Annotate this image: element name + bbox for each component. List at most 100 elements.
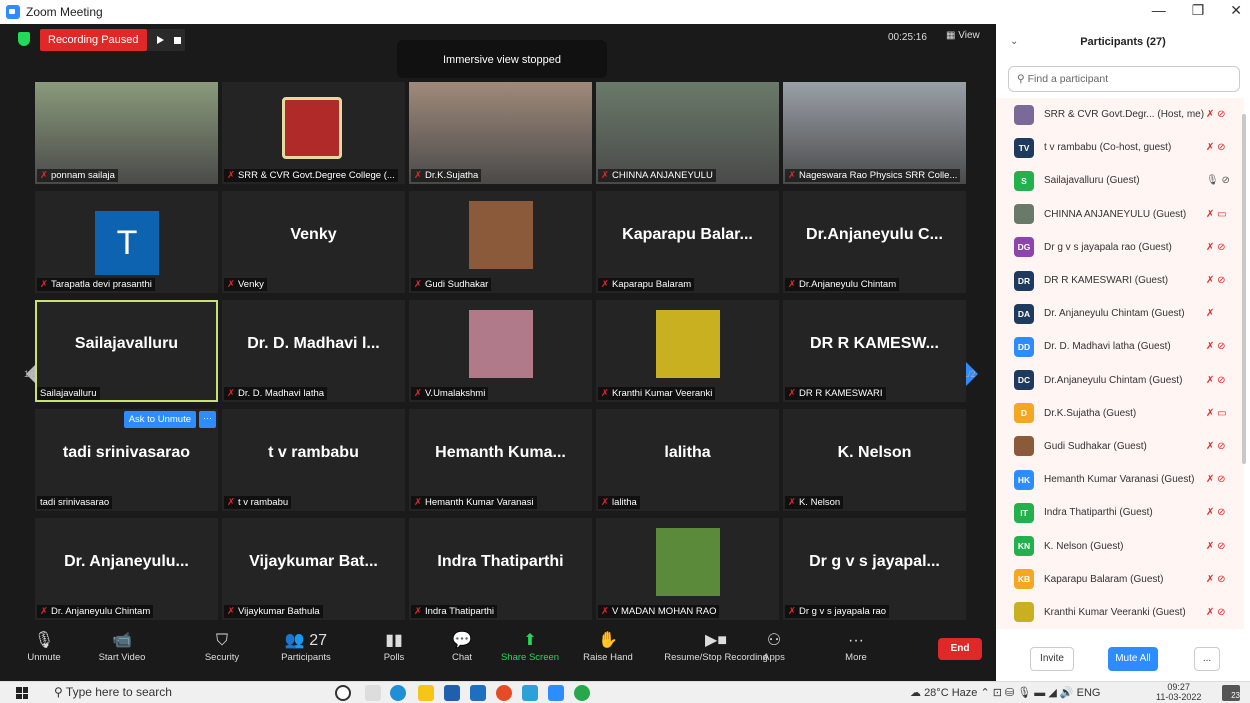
video-tile[interactable]: Indra Thatiparthi ✗ Indra Thatiparthi — [409, 518, 592, 620]
apps-button[interactable]: ⚇ Apps — [744, 630, 804, 663]
close-icon[interactable]: ✕ — [1230, 2, 1242, 19]
notification-icon[interactable]: 23 — [1222, 685, 1240, 701]
store-icon[interactable] — [444, 685, 460, 701]
cortana-icon[interactable] — [335, 685, 351, 701]
windows-start-icon[interactable] — [16, 687, 28, 699]
toolbar-label: Raise Hand — [583, 652, 633, 663]
polls-button[interactable]: ▮▮ Polls — [364, 630, 424, 663]
mic-muted-icon: ✗ — [601, 170, 609, 181]
video-tile[interactable]: Venky ✗ Venky — [222, 191, 405, 293]
participant-row[interactable]: TV t v rambabu (Co-host, guest) ✗ ⊘ — [996, 131, 1244, 165]
video-tile[interactable]: Vijaykumar Bat... ✗ Vijaykumar Bathula — [222, 518, 405, 620]
resume-recording-icon[interactable] — [156, 36, 164, 44]
video-tile[interactable]: ✗ V.Umalakshmi — [409, 300, 592, 402]
participant-status-icons: ✗ ⊘ — [1206, 374, 1226, 386]
recording-indicator: Recording Paused — [40, 29, 185, 51]
video-tile[interactable]: ✗ Dr.K.Sujatha — [409, 82, 592, 184]
video-tile[interactable]: Kaparapu Balar... ✗ Kaparapu Balaram — [596, 191, 779, 293]
participant-name: Dr.Anjaneyulu Chintam (Guest) — [1044, 374, 1183, 386]
participant-row[interactable]: SRR & CVR Govt.Degr... (Host, me) ✗ ⊘ — [996, 98, 1244, 132]
share-screen-button[interactable]: ⬆ Share Screen — [500, 630, 560, 663]
participant-status-icons: 🎙 ⊘ — [1206, 175, 1230, 187]
video-tile[interactable]: Sailajavalluru Sailajavalluru — [35, 300, 218, 402]
taskbar-search[interactable]: ⚲ Type here to search — [54, 685, 172, 699]
video-tile[interactable]: ✗ Gudi Sudhakar — [409, 191, 592, 293]
edge-icon[interactable] — [390, 685, 406, 701]
raise-hand-button[interactable]: ✋ Raise Hand — [578, 630, 638, 663]
raise-hand-icon: ✋ — [598, 632, 618, 649]
participant-row[interactable]: Kranthi Kumar Veeranki (Guest) ✗ ⊘ — [996, 595, 1244, 629]
participant-status-icons: ✗ ▭ — [1206, 208, 1227, 220]
mute-all-button[interactable]: Mute All — [1108, 647, 1158, 671]
invite-button[interactable]: Invite — [1030, 647, 1074, 671]
video-tile[interactable]: ✗ CHINNA ANJANEYULU — [596, 82, 779, 184]
scrollbar[interactable] — [1242, 114, 1246, 464]
app2-icon[interactable] — [574, 685, 590, 701]
participants-button[interactable]: 👥 27 Participants — [276, 630, 336, 663]
participant-row[interactable]: DG Dr g v s jayapala rao (Guest) ✗ ⊘ — [996, 230, 1244, 264]
video-tile[interactable]: tadi srinivasarao tadi srinivasarao Ask to… — [35, 409, 218, 511]
video-tile[interactable]: Hemanth Kuma... ✗ Hemanth Kumar Varanasi — [409, 409, 592, 511]
participant-row[interactable]: Gudi Sudhakar (Guest) ✗ ⊘ — [996, 429, 1244, 464]
participant-row[interactable]: DC Dr.Anjaneyulu Chintam (Guest) ✗ ⊘ — [996, 363, 1244, 397]
video-tile[interactable]: Dr. D. Madhavi l... ✗ Dr. D. Madhavi latha — [222, 300, 405, 402]
mic-muted-icon: ✗ — [788, 497, 796, 508]
video-tile[interactable]: ✗ SRR & CVR Govt.Degree College (... — [222, 82, 405, 184]
language[interactable]: ENG — [1077, 687, 1101, 699]
start-video-button[interactable]: 📹 Start Video — [92, 630, 152, 663]
app-icon[interactable] — [522, 685, 538, 701]
profile-picture — [656, 528, 720, 596]
video-tile[interactable]: Dr. Anjaneyulu... ✗ Dr. Anjaneyulu Chintam — [35, 518, 218, 620]
panel-more-button[interactable]: ... — [1194, 647, 1220, 671]
search-input[interactable]: ⚲ Find a participant — [1008, 66, 1240, 92]
end-button[interactable]: End — [938, 638, 982, 660]
ask-to-unmute-button[interactable]: Ask to Unmute — [123, 411, 196, 428]
video-tile[interactable]: ✗ Nageswara Rao Physics SRR Colle... — [783, 82, 966, 184]
restore-icon[interactable]: ❐ — [1192, 2, 1205, 19]
participant-display-name: Vijaykumar Bat... — [249, 553, 378, 570]
participant-row[interactable]: DD Dr. D. Madhavi latha (Guest) ✗ ⊘ — [996, 330, 1244, 364]
chat-button[interactable]: 💬 Chat — [432, 630, 492, 663]
participant-label: ✗ Dr. Anjaneyulu Chintam — [37, 605, 154, 618]
mic-muted-icon: ✗ — [788, 606, 796, 617]
more-button[interactable]: ··· More — [826, 630, 886, 663]
participant-row[interactable]: HK Hemanth Kumar Varanasi (Guest) ✗ ⊘ — [996, 463, 1244, 497]
participant-row[interactable]: DR DR R KAMESWARI (Guest) ✗ ⊘ — [996, 263, 1244, 298]
participant-row[interactable]: CHINNA ANJANEYULU (Guest) ✗ ▭ — [996, 197, 1244, 231]
participant-name: t v rambabu (Co-host, guest) — [1044, 142, 1172, 154]
file-explorer-icon[interactable] — [418, 685, 434, 701]
participant-label: Sailajavalluru — [37, 387, 100, 400]
chrome-icon[interactable] — [496, 685, 512, 701]
video-tile[interactable]: Dr g v s jayapal... ✗ Dr g v s jayapala ra… — [783, 518, 966, 620]
clock[interactable]: 09:27 11-03-2022 — [1156, 682, 1201, 702]
minimize-icon[interactable]: — — [1152, 2, 1166, 19]
video-tile[interactable]: K. Nelson ✗ K. Nelson — [783, 409, 966, 511]
view-button[interactable]: ▦ View — [946, 30, 980, 41]
participant-row[interactable]: KN K. Nelson (Guest) ✗ ⊘ — [996, 529, 1244, 563]
encryption-shield-icon[interactable] — [18, 32, 30, 46]
video-tile[interactable]: ✗ V MADAN MOHAN RAO — [596, 518, 779, 620]
mail-icon[interactable] — [470, 685, 486, 701]
stop-recording-icon[interactable] — [173, 36, 181, 44]
mic-muted-icon: ✗ — [40, 279, 48, 290]
task-view-icon[interactable] — [365, 685, 381, 701]
participant-name: SRR & CVR Govt.Degr... (Host, me) — [1044, 109, 1204, 121]
video-tile[interactable]: lalitha ✗ lalitha — [596, 409, 779, 511]
weather[interactable]: 28°C Haze — [924, 687, 977, 699]
participant-row[interactable]: IT Indra Thatiparthi (Guest) ✗ ⊘ — [996, 496, 1244, 530]
video-tile[interactable]: Dr.Anjaneyulu C... ✗ Dr.Anjaneyulu Chintam — [783, 191, 966, 293]
security-button[interactable]: ⛉ Security — [192, 630, 252, 663]
participant-label: ✗ K. Nelson — [785, 496, 844, 509]
participant-row[interactable]: D Dr.K.Sujatha (Guest) ✗ ▭ — [996, 396, 1244, 430]
video-tile[interactable]: ✗ ponnam sailaja — [35, 82, 218, 184]
video-tile[interactable]: T ✗ Tarapatla devi prasanthi — [35, 191, 218, 293]
participant-row[interactable]: KB Kaparapu Balaram (Guest) ✗ ⊘ — [996, 562, 1244, 596]
video-tile[interactable]: DR R KAMESW... ✗ DR R KAMESWARI — [783, 300, 966, 402]
zoom-taskbar-icon[interactable] — [548, 685, 564, 701]
participant-row[interactable]: S Sailajavalluru (Guest) 🎙 ⊘ — [996, 164, 1244, 198]
unmute-button[interactable]: 🎙 Unmute — [14, 630, 74, 663]
participant-row[interactable]: DA Dr. Anjaneyulu Chintam (Guest) ✗ — [996, 297, 1244, 331]
video-tile[interactable]: t v rambabu ✗ t v rambabu — [222, 409, 405, 511]
video-tile[interactable]: ✗ Kranthi Kumar Veeranki — [596, 300, 779, 402]
tile-more-button[interactable]: ··· — [199, 411, 216, 428]
